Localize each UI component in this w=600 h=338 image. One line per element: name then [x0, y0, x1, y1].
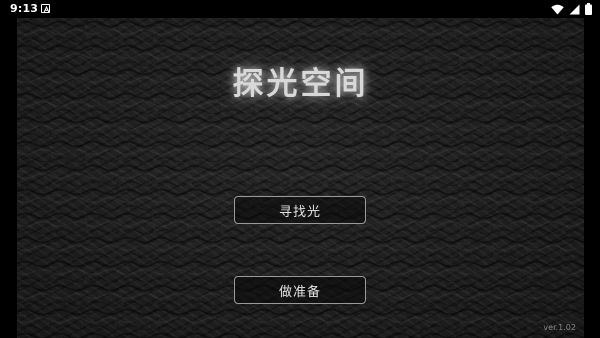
prepare-button[interactable]: 做准备: [234, 276, 366, 304]
version-label: ver.1.02: [543, 323, 576, 332]
game-area: 探光空间 寻找光 做准备 ver.1.02: [17, 18, 584, 338]
prepare-button-label: 做准备: [278, 284, 321, 300]
find-light-button[interactable]: 寻找光: [234, 196, 366, 224]
status-bar: 9:13: [0, 0, 600, 18]
wifi-icon: [551, 4, 564, 14]
status-time: 9:13: [10, 2, 39, 15]
notification-a-icon: [41, 4, 50, 13]
find-light-button-label: 寻找光: [278, 204, 321, 220]
screen: 9:13 探光空间 寻找光 做准备 ver.1.02: [0, 0, 600, 338]
status-icons: [551, 3, 592, 15]
signal-icon: [569, 4, 580, 14]
game-title: 探光空间: [232, 66, 369, 102]
battery-icon: [585, 3, 592, 15]
